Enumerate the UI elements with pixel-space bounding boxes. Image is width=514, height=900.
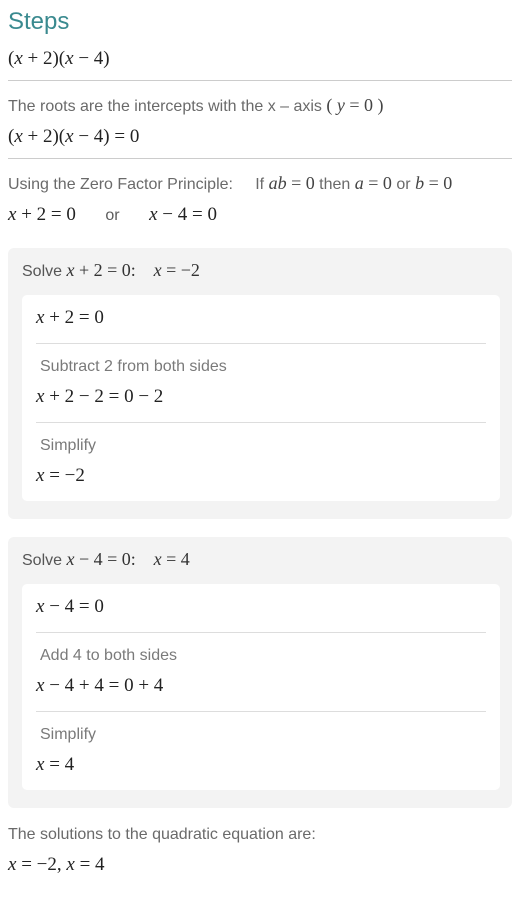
- solve2-label: Solve: [22, 552, 62, 569]
- final-eq: x = −2, x = 4: [8, 854, 512, 876]
- zfp-ab: ab = 0: [269, 173, 315, 193]
- divider: [36, 422, 486, 423]
- solve2-line1: x − 4 = 0: [36, 596, 486, 618]
- eq-zero: (x + 2)(x − 4) = 0: [8, 126, 512, 148]
- split-or: or: [105, 207, 119, 224]
- solve1-ans: x = −2: [154, 260, 200, 280]
- zfp-line: Using the Zero Factor Principle: If ab =…: [8, 173, 512, 194]
- zfp-a: a = 0: [355, 173, 392, 193]
- solve2-step2-text: Simplify: [40, 726, 486, 744]
- solve2-ans: x = 4: [154, 549, 190, 569]
- solve2-eq: x − 4 = 0:: [66, 549, 135, 569]
- divider: [36, 632, 486, 633]
- solve1-label: Solve: [22, 263, 62, 280]
- solve1-eq: x + 2 = 0:: [66, 260, 135, 280]
- solve2-step2-eq: x = 4: [36, 754, 486, 776]
- solve1-step2-text: Simplify: [40, 437, 486, 455]
- solve1-inner: x + 2 = 0 Subtract 2 from both sides x +…: [22, 295, 500, 501]
- solve1-line1: x + 2 = 0: [36, 307, 486, 329]
- split-equations: x + 2 = 0 or x − 4 = 0: [8, 204, 512, 226]
- divider: [36, 343, 486, 344]
- expr-top: (x + 2)(x − 4): [8, 48, 512, 70]
- solve2-head: Solve x − 4 = 0: x = 4: [22, 549, 500, 570]
- zfp-or: or: [396, 176, 410, 193]
- zfp-if: If: [255, 176, 264, 193]
- zfp-then: then: [319, 176, 350, 193]
- steps-heading: Steps: [8, 8, 512, 36]
- zfp-label: Using the Zero Factor Principle:: [8, 176, 233, 193]
- solve2-step1-text: Add 4 to both sides: [40, 647, 486, 665]
- solve-block-2: Solve x − 4 = 0: x = 4 x − 4 = 0 Add 4 t…: [8, 537, 512, 808]
- divider: [8, 80, 512, 81]
- roots-intro-line: The roots are the intercepts with the x …: [8, 95, 512, 116]
- solve-block-1: Solve x + 2 = 0: x = −2 x + 2 = 0 Subtra…: [8, 248, 512, 519]
- solve1-step1-eq: x + 2 − 2 = 0 − 2: [36, 386, 486, 408]
- divider: [8, 158, 512, 159]
- roots-cond: ( y = 0 ): [326, 95, 383, 115]
- roots-intro-text: The roots are the intercepts with the x …: [8, 98, 322, 115]
- solve2-step1-eq: x − 4 + 4 = 0 + 4: [36, 675, 486, 697]
- solve1-step1-text: Subtract 2 from both sides: [40, 358, 486, 376]
- zfp-b: b = 0: [415, 173, 452, 193]
- solve2-inner: x − 4 = 0 Add 4 to both sides x − 4 + 4 …: [22, 584, 500, 790]
- solve1-step2-eq: x = −2: [36, 465, 486, 487]
- solve1-head: Solve x + 2 = 0: x = −2: [22, 260, 500, 281]
- final-text: The solutions to the quadratic equation …: [8, 826, 512, 844]
- divider: [36, 711, 486, 712]
